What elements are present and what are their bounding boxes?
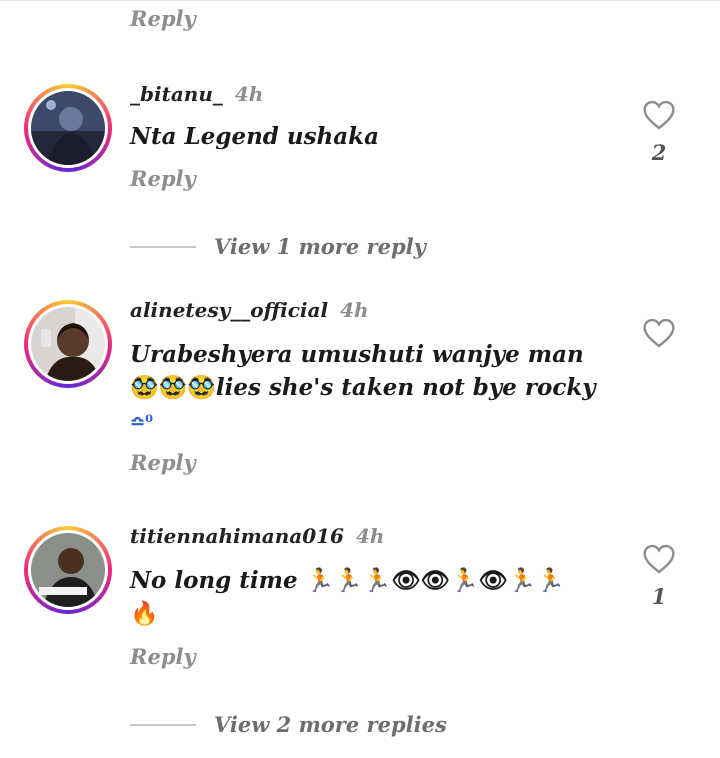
comment-text-line2: lies she's taken not bye rocky xyxy=(215,374,596,401)
running-person-icon: 🏃 xyxy=(449,567,479,594)
reply-button[interactable]: Reply xyxy=(130,644,196,669)
avatar-image xyxy=(31,91,105,165)
sweat-face-icon: ≏⁰ xyxy=(130,412,153,433)
comment-username[interactable]: _bitanu_ 4h xyxy=(130,82,263,106)
heart-icon[interactable] xyxy=(642,318,676,348)
avatar[interactable] xyxy=(24,84,112,172)
comment-text: Nta Legend ushaka xyxy=(130,123,380,150)
heart-icon[interactable] xyxy=(642,100,676,130)
eye-icon: 👁 xyxy=(478,567,508,594)
divider-top xyxy=(0,0,720,1)
avatar-image xyxy=(31,533,105,607)
avatar[interactable] xyxy=(24,526,112,614)
comment-text-main: No long time xyxy=(130,567,298,594)
reply-button[interactable]: Reply xyxy=(130,6,196,31)
fire-icon: 🔥 xyxy=(130,600,159,627)
reply-button[interactable]: Reply xyxy=(130,166,196,191)
comment-text: No long time 🏃🏃🏃👁👁🏃👁🏃🏃 🔥 xyxy=(130,564,600,630)
comment-username[interactable]: alinetesy__official 4h xyxy=(130,298,369,322)
view-more-label: View 2 more replies xyxy=(214,712,447,737)
avatar[interactable] xyxy=(24,300,112,388)
running-person-icon: 🏃🏃 xyxy=(507,567,566,594)
eye-icon: 👁👁 xyxy=(391,567,450,594)
view-more-replies[interactable]: View 1 more reply xyxy=(130,234,426,259)
comment-text-main: Urabeshyera umushuti wanjye man xyxy=(130,341,584,368)
divider-line xyxy=(130,245,196,248)
view-more-replies[interactable]: View 2 more replies xyxy=(130,712,447,737)
avatar-image xyxy=(31,307,105,381)
running-person-icon: 🏃🏃🏃 xyxy=(305,567,392,594)
reply-button[interactable]: Reply xyxy=(130,450,196,475)
comment-username[interactable]: titiennahimana016 4h xyxy=(130,524,384,548)
comment-text: Urabeshyera umushuti wanjye man 🥸🥸🥸lies … xyxy=(130,338,600,439)
heart-icon[interactable] xyxy=(642,544,676,574)
like-count: 1 xyxy=(651,584,667,609)
divider-line xyxy=(130,723,196,726)
view-more-label: View 1 more reply xyxy=(214,234,426,259)
disguised-face-icon: 🥸🥸🥸 xyxy=(130,374,216,401)
like-count: 2 xyxy=(651,140,667,165)
